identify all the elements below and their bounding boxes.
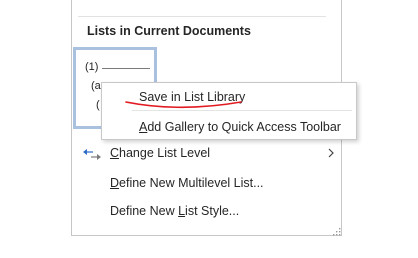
define-new-multilevel-list-item[interactable]: Define New Multilevel List... xyxy=(72,172,340,196)
define-new-multilevel-list-label: Define New Multilevel List... xyxy=(110,176,264,190)
resize-grip-icon[interactable] xyxy=(333,228,341,236)
context-menu-divider xyxy=(132,110,352,111)
section-header: Lists in Current Documents xyxy=(87,24,251,38)
change-list-level-label-rest: hange List Level xyxy=(119,146,211,160)
define-multilevel-accel-key: D xyxy=(110,176,120,190)
change-list-level-item[interactable]: Change List Level xyxy=(72,142,340,166)
save-in-list-library-label: Save in List Library xyxy=(139,90,246,104)
submenu-chevron-icon xyxy=(328,148,334,158)
add-gallery-to-qat-item[interactable]: Add Gallery to Quick Access Toolbar xyxy=(139,120,341,134)
thumbnail-level-1: (1) xyxy=(85,61,99,73)
indent-arrows-icon xyxy=(83,149,101,160)
context-menu: Save in List Library Add Gallery to Quic… xyxy=(101,82,357,140)
thumbnail-rule-1 xyxy=(102,68,150,69)
change-list-level-accel-key: C xyxy=(110,146,120,160)
top-divider xyxy=(78,16,326,17)
thumbnail-level-2: (a xyxy=(91,80,101,92)
define-list-style-label-post: ist Style... xyxy=(185,204,240,218)
add-gallery-to-qat-label: Add Gallery to Quick Access Toolbar xyxy=(139,120,341,134)
add-gallery-label-rest: dd Gallery to Quick Access Toolbar xyxy=(147,120,341,134)
define-list-style-accel-key: L xyxy=(178,204,186,218)
define-new-list-style-item[interactable]: Define New List Style... xyxy=(72,200,340,224)
define-multilevel-label-rest: efine New Multilevel List... xyxy=(119,176,264,190)
change-list-level-label: Change List Level xyxy=(110,146,210,160)
define-list-style-label-pre: Define New xyxy=(110,204,179,218)
save-in-list-library-item[interactable]: Save in List Library xyxy=(139,90,245,104)
thumbnail-level-3: ( xyxy=(96,99,100,111)
define-new-list-style-label: Define New List Style... xyxy=(110,204,239,218)
